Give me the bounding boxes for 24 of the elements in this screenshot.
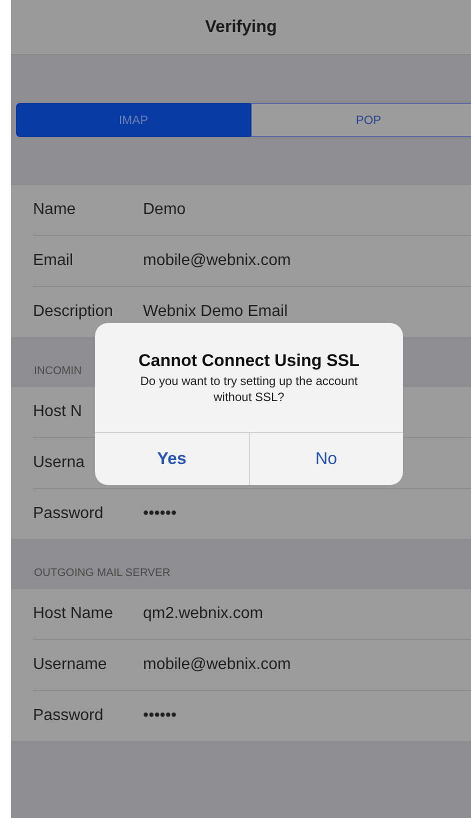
nav-title: Verifying	[205, 17, 277, 37]
field-label: Password	[33, 707, 104, 725]
field-value[interactable]: Demo	[143, 201, 186, 219]
field-label: Description	[33, 303, 114, 321]
alert-title: Cannot Connect Using SSL	[138, 350, 360, 370]
field-label: Name	[33, 201, 77, 219]
field-label: Password	[33, 505, 104, 523]
field-label: Username	[33, 656, 108, 674]
field-value[interactable]: Webnix Demo Email	[143, 303, 288, 321]
alert-button[interactable]: No	[250, 433, 403, 485]
field-label: Host N	[33, 403, 83, 421]
segment-tab[interactable]: POP	[251, 103, 471, 137]
alert-button[interactable]: Yes	[95, 433, 250, 485]
alert-message: Do you want to try setting up the account without SSL?	[139, 372, 359, 404]
field-label: Host Name	[33, 605, 114, 623]
field-label: Email	[33, 252, 74, 270]
field-value[interactable]: mobile@webnix.com	[143, 656, 291, 674]
field-value[interactable]: mobile@webnix.com	[143, 252, 291, 270]
field-value[interactable]: ••••••	[143, 505, 177, 523]
field-value[interactable]: ••••••	[143, 707, 177, 725]
field-value[interactable]: qm2.webnix.com	[143, 605, 264, 623]
section-header: INCOMIN	[34, 365, 82, 377]
section-header: OUTGOING MAIL SERVER	[34, 567, 170, 579]
field-label: Userna	[33, 454, 86, 472]
